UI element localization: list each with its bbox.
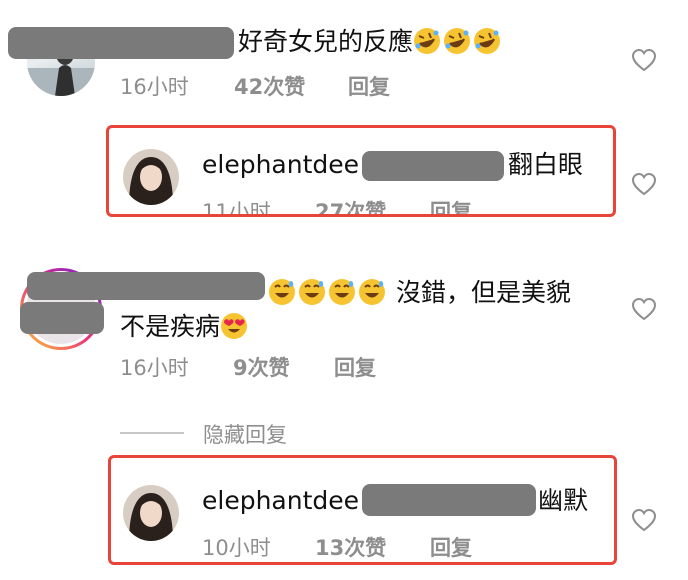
like-count[interactable]: 9次赞 [233,352,290,382]
reply-like-count[interactable]: 27次赞 [315,196,386,214]
replier-avatar[interactable] [123,149,179,205]
like-heart-icon[interactable] [631,297,657,321]
reply-like-count[interactable]: 13次赞 [315,532,386,562]
reply-time: 10小时 [202,536,271,560]
rofl-emoji-icon [443,27,471,55]
like-count[interactable]: 42次赞 [234,71,305,101]
like-heart-icon[interactable] [631,172,657,196]
comment-body-line1: 沒錯，但是美貌 [395,278,571,307]
redacted-username [8,27,234,59]
redacted-mention [362,484,536,516]
redacted-mention [362,151,504,181]
rofl-emoji-icon [413,27,441,55]
comment-time: 16小时 [120,356,189,380]
reply-reply-button[interactable]: 回复 [430,196,472,214]
grin-sweat-emoji-icon [358,278,386,306]
grin-sweat-emoji-icon [268,278,296,306]
comment-text-line1: 沒錯，但是美貌 [268,276,571,310]
reply-text: 幽默 [538,486,589,515]
hide-replies-button[interactable]: 隐藏回复 [203,419,287,449]
comment-body: 好奇女兒的反應 [238,27,414,56]
redacted-username [27,272,265,300]
rofl-emoji-icon [473,27,501,55]
comment-time: 16小时 [120,75,189,99]
avatar-portrait-icon [129,493,173,541]
grin-sweat-emoji-icon [328,278,356,306]
comment-text: 好奇女兒的反應 [238,25,503,59]
hide-replies-divider [120,432,184,434]
reply-button[interactable]: 回复 [348,71,390,101]
reply-username[interactable]: elephantdee [202,486,359,515]
reply-button[interactable]: 回复 [334,352,376,382]
like-heart-icon[interactable] [631,508,657,532]
reply-text: 翻白眼 [508,150,584,179]
comment-text-line2: 不是疾病 [120,310,250,344]
heart-eyes-emoji-icon [220,312,248,340]
reply-reply-button[interactable]: 回复 [430,532,472,562]
like-heart-icon[interactable] [631,48,657,72]
redacted-avatar-overlay [20,302,104,334]
reply-time: 11小时 [202,200,271,214]
reply-username[interactable]: elephantdee [202,150,359,179]
comment-body-line2: 不是疾病 [120,312,221,341]
replier-avatar[interactable] [123,485,179,541]
avatar-portrait-icon [129,157,173,205]
grin-sweat-emoji-icon [298,278,326,306]
